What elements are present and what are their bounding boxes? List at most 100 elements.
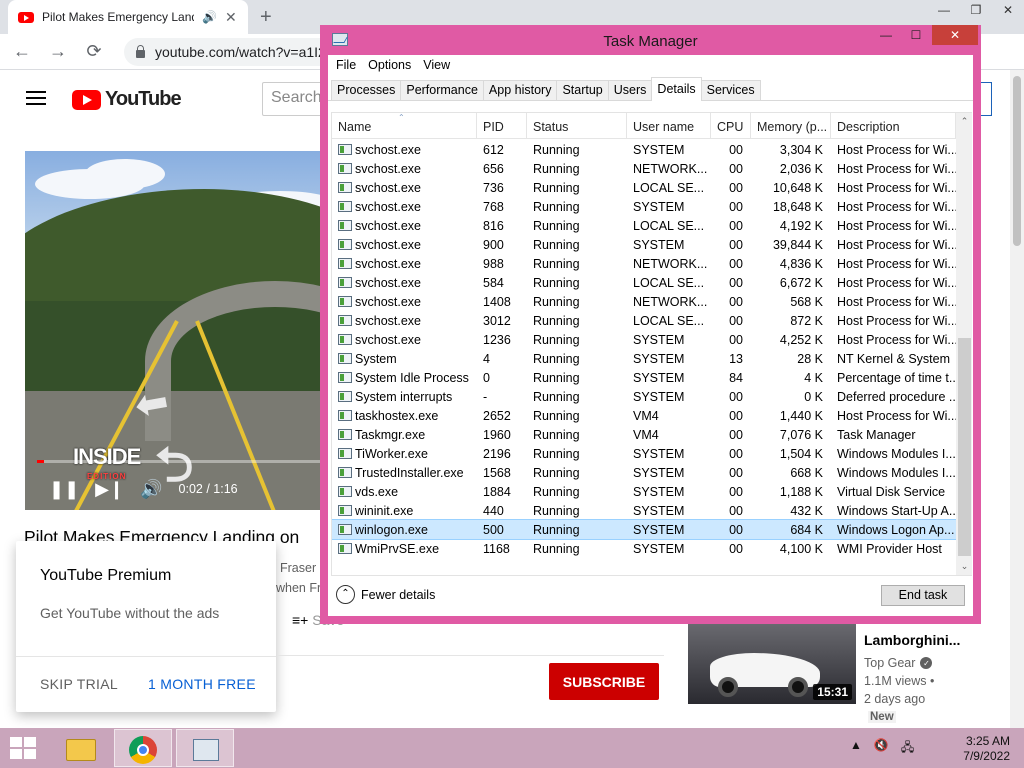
column-pid[interactable]: PID <box>477 113 527 139</box>
tab-services[interactable]: Services <box>700 80 761 100</box>
url-text[interactable]: youtube.com/watch?v=a1I2M <box>155 44 338 60</box>
start-button-windows-icon[interactable] <box>10 737 38 761</box>
scroll-down-icon[interactable]: ⌄ <box>956 558 972 575</box>
menu-icon[interactable] <box>26 91 46 105</box>
table-row[interactable]: svchost.exe 656 Running NETWORK... 00 2,036 K… <box>332 159 956 178</box>
table-row[interactable]: winlogon.exe 500 Running SYSTEM 00 684 K Windo… <box>332 519 957 540</box>
lock-icon[interactable] <box>136 44 145 58</box>
next-icon[interactable]: ▶❙ <box>95 479 124 500</box>
process-status: Running <box>533 161 580 176</box>
recommendation-title[interactable]: Lamborghini... <box>864 632 960 648</box>
process-list-scrollbar[interactable]: ⌃ ⌄ <box>956 113 972 575</box>
process-icon <box>338 295 352 307</box>
page-scrollbar[interactable] <box>1010 70 1024 728</box>
reload-button[interactable]: ⟳ <box>84 41 104 62</box>
table-row[interactable]: TiWorker.exe 2196 Running SYSTEM 00 1,504 K Wi… <box>332 444 956 463</box>
close-button[interactable]: ✕ <box>932 25 978 45</box>
end-task-button[interactable]: End task <box>881 585 965 606</box>
tab-startup[interactable]: Startup <box>556 80 609 100</box>
menu-file[interactable]: File <box>336 58 356 72</box>
table-row[interactable]: WmiPrvSE.exe 1168 Running SYSTEM 00 4,100 K WM… <box>332 539 956 558</box>
task-manager-taskbar-button[interactable] <box>176 729 234 767</box>
task-manager-body: File Options View Processes Performance … <box>328 55 973 616</box>
back-button[interactable]: ← <box>12 41 32 62</box>
video-progress-bar[interactable] <box>37 460 325 463</box>
browser-tab[interactable]: Pilot Makes Emergency Landing 🔊 ✕ <box>8 0 248 34</box>
table-row[interactable]: svchost.exe 1236 Running SYSTEM 00 4,252 K Hos… <box>332 330 956 349</box>
minimize-icon[interactable]: — <box>928 0 960 20</box>
process-user: LOCAL SE... <box>633 180 705 195</box>
column-memory[interactable]: Memory (p... <box>751 113 831 139</box>
process-pid: 500 <box>483 522 504 537</box>
process-cpu: 00 <box>729 465 743 480</box>
task-manager-titlebar[interactable]: Task Manager — ☐ ✕ <box>320 25 981 55</box>
page-scrollbar-thumb[interactable] <box>1013 76 1021 246</box>
pause-icon[interactable]: ❚❚ <box>49 479 79 500</box>
process-user: SYSTEM <box>633 389 685 404</box>
restore-icon[interactable]: ❐ <box>960 0 992 20</box>
recommendation-thumbnail[interactable]: 15:31 <box>688 623 856 704</box>
speaker-muted-icon[interactable]: 🔇 <box>874 738 889 759</box>
scroll-up-icon[interactable]: ⌃ <box>956 113 972 130</box>
windows-taskbar: ▲ 🔇 🖧 3:25 AM 7/9/2022 <box>0 728 1024 768</box>
table-row[interactable]: System interrupts - Running SYSTEM 00 0 K Defe… <box>332 387 956 406</box>
taskbar-clock[interactable]: 3:25 AM 7/9/2022 <box>940 734 1010 764</box>
volume-icon[interactable]: 🔊 <box>140 479 162 500</box>
process-name-text: TrustedInstaller.exe <box>355 465 464 480</box>
tab-details[interactable]: Details <box>651 77 702 101</box>
menu-options[interactable]: Options <box>368 58 411 72</box>
new-tab-button[interactable]: + <box>260 6 272 29</box>
table-row[interactable]: svchost.exe 1408 Running NETWORK... 00 568 K H… <box>332 292 956 311</box>
process-user: LOCAL SE... <box>633 218 705 233</box>
column-status[interactable]: Status <box>527 113 627 139</box>
table-row[interactable]: svchost.exe 988 Running NETWORK... 00 4,836 K… <box>332 254 956 273</box>
table-row[interactable]: svchost.exe 612 Running SYSTEM 00 3,304 K Host… <box>332 140 956 159</box>
table-row[interactable]: System 4 Running SYSTEM 13 28 K NT Kernel & Sy… <box>332 349 956 368</box>
show-hidden-icons-icon[interactable]: ▲ <box>850 738 862 759</box>
table-row[interactable]: wininit.exe 440 Running SYSTEM 00 432 K Window… <box>332 501 956 520</box>
video-player[interactable]: ⬅ ⮌ INSIDE EDITION ❚❚ ▶❙ 🔊 0:02 / 1:16 <box>25 151 325 510</box>
process-name-text: wininit.exe <box>355 503 414 518</box>
youtube-logo[interactable]: YouTube <box>72 88 182 111</box>
tab-processes[interactable]: Processes <box>331 80 402 100</box>
column-user-name[interactable]: User name <box>627 113 711 139</box>
menu-view[interactable]: View <box>423 58 450 72</box>
table-row[interactable]: Taskmgr.exe 1960 Running VM4 00 7,076 K Task M… <box>332 425 956 444</box>
maximize-button[interactable]: ☐ <box>902 25 930 45</box>
tab-performance[interactable]: Performance <box>400 80 484 100</box>
minimize-button[interactable]: — <box>872 25 900 45</box>
speaker-icon[interactable]: 🔊 <box>202 10 217 24</box>
column-cpu[interactable]: CPU <box>711 113 751 139</box>
close-icon[interactable]: ✕ <box>992 0 1024 20</box>
table-row[interactable]: taskhostex.exe 2652 Running VM4 00 1,440 K Hos… <box>332 406 956 425</box>
process-cpu: 00 <box>729 427 743 442</box>
close-tab-icon[interactable]: ✕ <box>225 9 237 26</box>
process-list-scrollbar-thumb[interactable] <box>958 338 971 556</box>
chrome-taskbar-button[interactable] <box>114 729 172 767</box>
process-name-text: svchost.exe <box>355 142 422 157</box>
process-icon <box>338 504 352 516</box>
table-row[interactable]: vds.exe 1884 Running SYSTEM 00 1,188 K Virtual… <box>332 482 956 501</box>
table-row[interactable]: svchost.exe 584 Running LOCAL SE... 00 6,672 … <box>332 273 956 292</box>
table-row[interactable]: svchost.exe 736 Running LOCAL SE... 00 10,648… <box>332 178 956 197</box>
file-explorer-taskbar-button[interactable] <box>52 729 110 767</box>
tab-users[interactable]: Users <box>607 80 653 100</box>
table-row[interactable]: svchost.exe 3012 Running LOCAL SE... 00 872 K… <box>332 311 956 330</box>
one-month-free-button[interactable]: 1 MONTH FREE <box>148 676 256 692</box>
table-row[interactable]: svchost.exe 768 Running SYSTEM 00 18,648 K Hos… <box>332 197 956 216</box>
subscribe-button[interactable]: SUBSCRIBE <box>549 663 659 700</box>
table-row[interactable]: TrustedInstaller.exe 1568 Running SYSTEM 00 6… <box>332 463 956 482</box>
table-row[interactable]: System Idle Process 0 Running SYSTEM 84 4 K Pe… <box>332 368 956 387</box>
skip-trial-button[interactable]: SKIP TRIAL <box>40 676 118 692</box>
column-description[interactable]: Description <box>831 113 956 139</box>
fewer-details-button[interactable]: ⌃ Fewer details <box>336 585 435 604</box>
process-memory: 1,440 K <box>779 408 823 423</box>
table-row[interactable]: svchost.exe 816 Running LOCAL SE... 00 4,192 … <box>332 216 956 235</box>
table-row[interactable]: svchost.exe 900 Running SYSTEM 00 39,844 K Hos… <box>332 235 956 254</box>
forward-button[interactable]: → <box>48 41 68 62</box>
process-name-text: TiWorker.exe <box>355 446 428 461</box>
tab-app-history[interactable]: App history <box>482 80 558 100</box>
column-name[interactable]: ⌃ Name <box>332 113 477 139</box>
recommendation-channel[interactable]: Top Gear ✓ <box>864 656 933 670</box>
network-icon[interactable]: 🖧 <box>901 738 914 759</box>
